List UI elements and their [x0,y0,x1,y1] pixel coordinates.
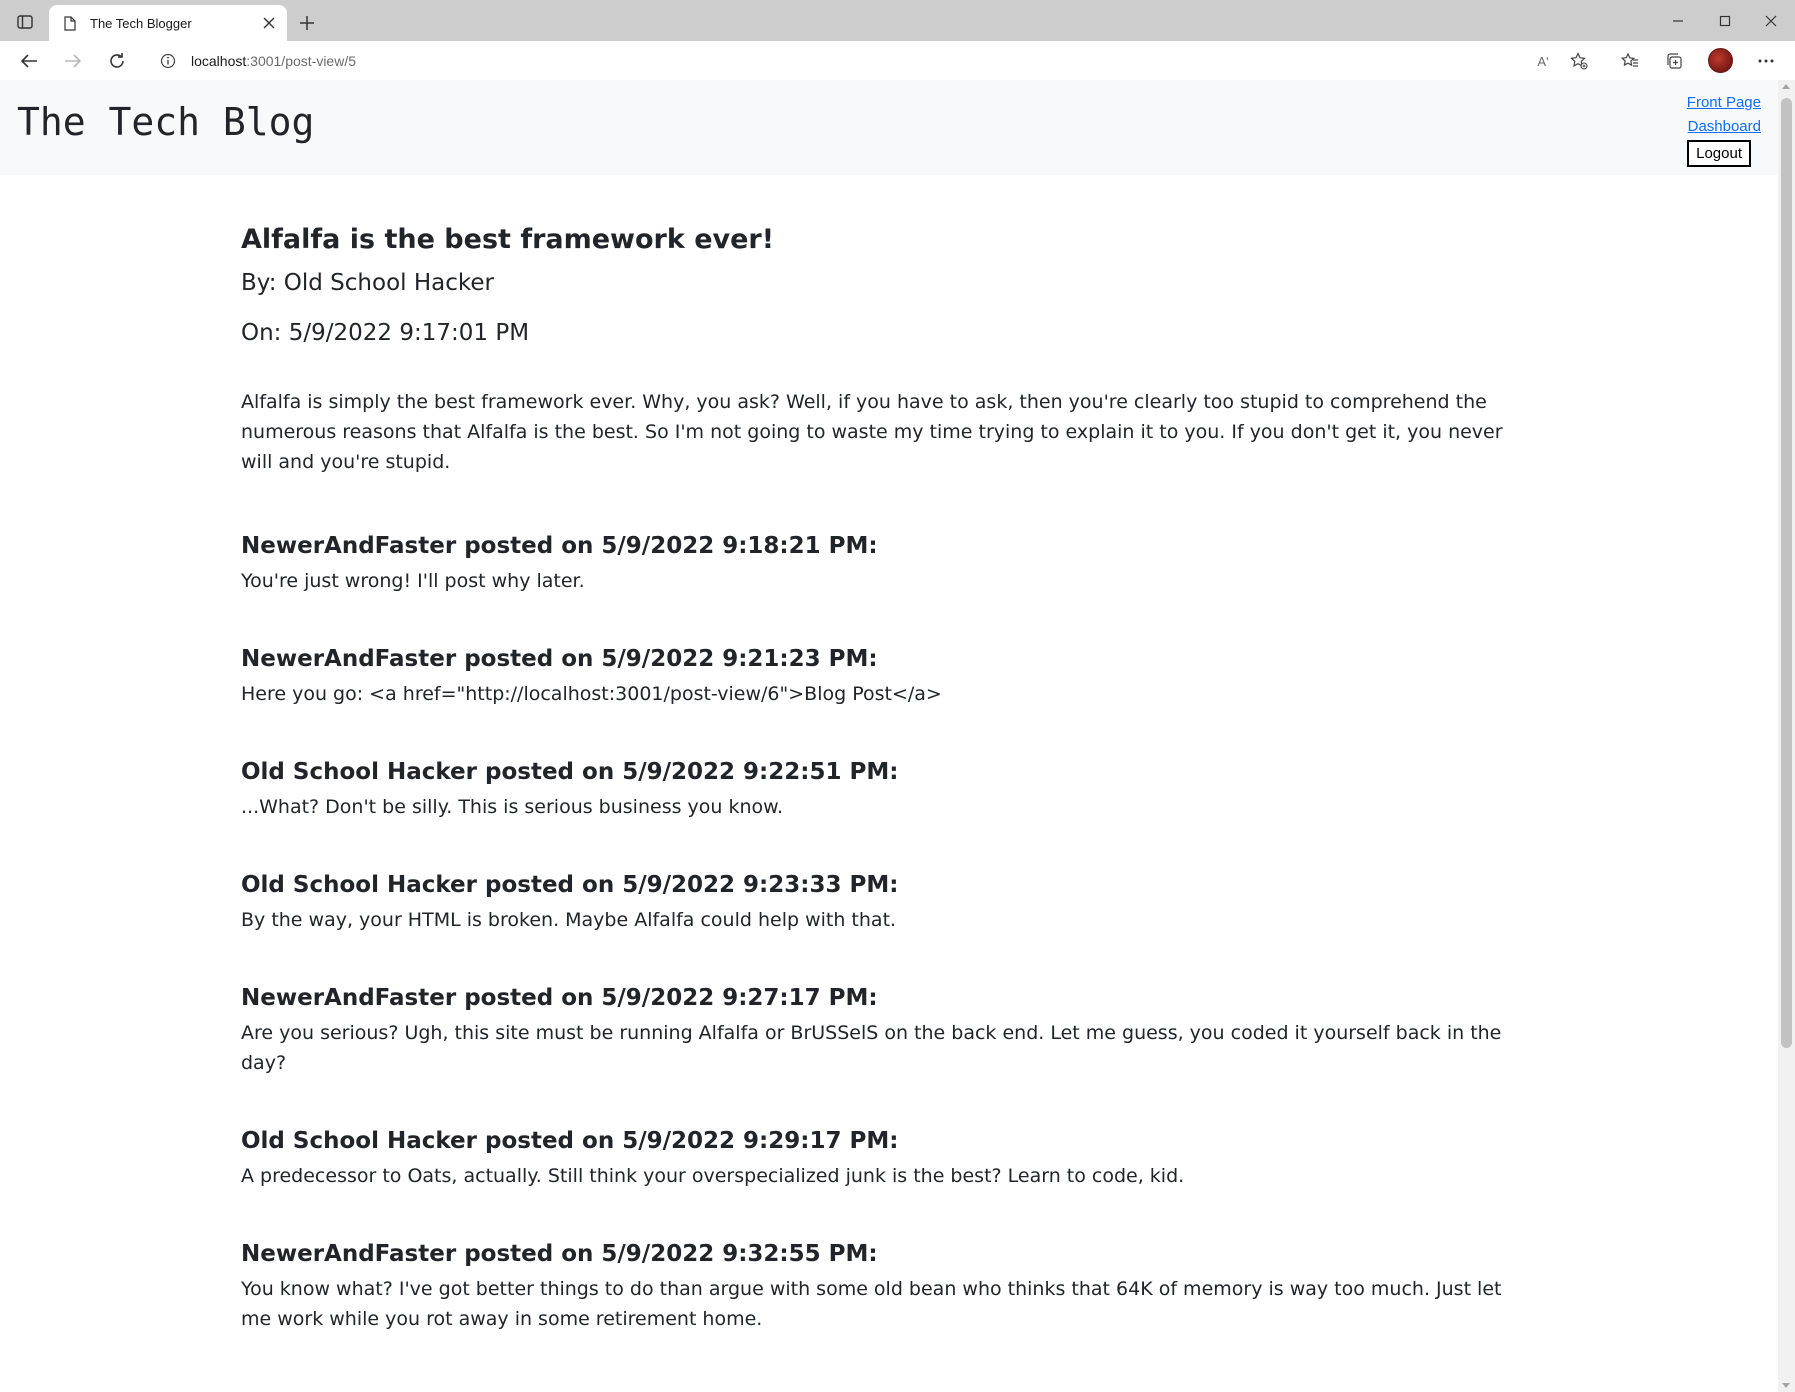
info-icon[interactable] [159,52,177,70]
tab-strip: The Tech Blogger [0,0,1795,41]
comment-item: NewerAndFaster posted on 5/9/2022 9:32:5… [241,1237,1541,1334]
site-header: The Tech Blog Front Page Dashboard Logou… [0,80,1778,175]
new-tab-icon[interactable] [295,11,319,35]
logout-button[interactable]: Logout [1687,140,1751,167]
front-page-link[interactable]: Front Page [1687,91,1761,115]
comment-item: Old School Hacker posted on 5/9/2022 9:2… [241,755,1541,822]
minimize-icon[interactable] [1663,8,1693,34]
browser-chrome: The Tech Blogger localhost:3001/post-vie… [0,0,1795,80]
scroll-up-icon[interactable] [1782,84,1790,89]
comment-header: NewerAndFaster posted on 5/9/2022 9:32:5… [241,1241,878,1267]
url-path: :3001/post-view/5 [246,52,356,69]
page-icon [62,14,78,32]
tab-title: The Tech Blogger [90,15,192,31]
url-text[interactable]: localhost:3001/post-view/5 [191,53,356,69]
url-host: localhost [191,52,247,69]
tab-actions-icon[interactable] [14,12,36,32]
comment-body: By the way, your HTML is broken. Maybe A… [241,909,897,931]
browser-tab[interactable]: The Tech Blogger [49,5,287,41]
site-nav: Front Page Dashboard Logout [1687,91,1761,167]
comment-header: NewerAndFaster posted on 5/9/2022 9:21:2… [241,646,878,672]
post-author: By: Old School Hacker [241,270,494,296]
comment-body: Here you go: <a href="http://localhost:3… [241,683,942,705]
more-options-icon[interactable] [1753,48,1779,74]
post-title: Alfalfa is the best framework ever! [241,224,775,255]
profile-avatar-icon[interactable] [1708,48,1733,73]
comment-item: NewerAndFaster posted on 5/9/2022 9:21:2… [241,642,1541,709]
back-icon[interactable] [16,48,42,74]
comment-header: Old School Hacker posted on 5/9/2022 9:2… [241,872,899,898]
dashboard-link[interactable]: Dashboard [1688,115,1761,139]
comment-body: A predecessor to Oats, actually. Still t… [241,1165,1185,1187]
add-favorite-icon[interactable] [1566,48,1592,74]
comment-item: Old School Hacker posted on 5/9/2022 9:2… [241,868,1541,935]
toolbar: localhost:3001/post-view/5 Aʹ [0,41,1795,80]
page-viewport: The Tech Blog Front Page Dashboard Logou… [0,80,1795,1392]
forward-icon[interactable] [60,48,86,74]
comment-body: You're just wrong! I'll post why later. [241,570,585,592]
comment-header: Old School Hacker posted on 5/9/2022 9:2… [241,759,899,785]
post-content: Alfalfa is the best framework ever! By: … [241,220,1541,1380]
post: Alfalfa is the best framework ever! By: … [241,220,1541,477]
comment-body: ...What? Don't be silly. This is serious… [241,796,783,818]
comment-header: NewerAndFaster posted on 5/9/2022 9:18:2… [241,533,878,559]
maximize-icon[interactable] [1710,8,1740,34]
comment-header: NewerAndFaster posted on 5/9/2022 9:27:1… [241,985,878,1011]
vertical-scrollbar[interactable] [1778,80,1795,1392]
comments-list: NewerAndFaster posted on 5/9/2022 9:18:2… [241,529,1541,1334]
read-aloud-icon[interactable]: Aʹ [1530,48,1556,74]
scrollbar-thumb[interactable] [1781,98,1792,1048]
close-tab-icon[interactable] [257,11,281,35]
comment-item: Old School Hacker posted on 5/9/2022 9:2… [241,1124,1541,1191]
collections-icon[interactable] [1661,48,1687,74]
scroll-down-icon[interactable] [1782,1383,1790,1388]
comment-header: Old School Hacker posted on 5/9/2022 9:2… [241,1128,899,1154]
address-bar[interactable]: localhost:3001/post-view/5 [145,45,1585,76]
refresh-icon[interactable] [104,48,130,74]
comment-item: NewerAndFaster posted on 5/9/2022 9:27:1… [241,981,1541,1078]
comment-item: NewerAndFaster posted on 5/9/2022 9:18:2… [241,529,1541,596]
comment-body: You know what? I've got better things to… [241,1278,1502,1330]
comment-body: Are you serious? Ugh, this site must be … [241,1022,1502,1074]
post-date: On: 5/9/2022 9:17:01 PM [241,320,530,346]
post-body: Alfalfa is simply the best framework eve… [241,391,1503,473]
close-window-icon[interactable] [1756,8,1786,34]
favorites-icon[interactable] [1617,48,1643,74]
site-title: The Tech Blog [17,100,315,144]
